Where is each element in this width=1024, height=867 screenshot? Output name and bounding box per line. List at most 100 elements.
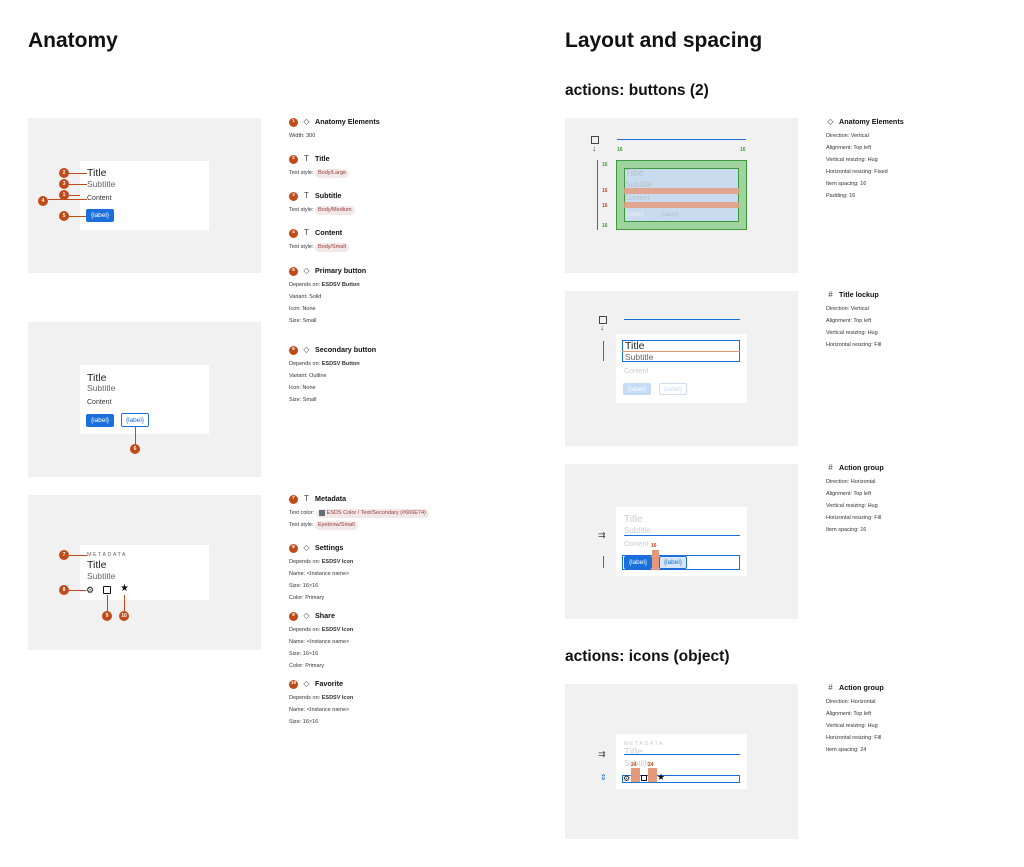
spec-line: Color: Primary — [289, 663, 325, 669]
spec-name: Title — [315, 154, 330, 163]
spec-line: Alignment: Top left — [826, 491, 872, 497]
component-icon: ◇ — [303, 345, 310, 354]
primary-button[interactable]: {label} — [624, 556, 652, 569]
card-subtitle: Subtitle — [87, 571, 116, 581]
padding-left-label: 16 — [617, 147, 623, 153]
spec-name: Anatomy Elements — [315, 117, 380, 126]
spec-depends: ESDSV Button — [321, 282, 360, 288]
vertical-layout-icon — [591, 136, 599, 144]
leader-7 — [69, 555, 87, 556]
primary-button[interactable]: {label} — [86, 414, 114, 427]
component-icon: ◇ — [303, 679, 310, 688]
spec-share: 9 ◇ Share Depends on: ESDSV Icon Name: <In… — [289, 610, 519, 673]
badge-6: 6 — [130, 444, 140, 454]
spec-name: Action group — [839, 463, 884, 472]
anatomy-spec-list: 1 ◇ Anatomy Elements Width: 300 2 T Title Te… — [289, 116, 519, 411]
arrow-down-icon: ↓ — [592, 144, 596, 153]
spec-badge: 6 — [289, 345, 298, 355]
spacing-band — [652, 550, 659, 570]
leader-8 — [69, 590, 86, 591]
spec-badge: 10 — [289, 679, 298, 689]
anatomy-heading: Anatomy — [28, 29, 118, 52]
text-style-tag: Body/Large — [314, 169, 350, 178]
spec-title: 2 T Title Text style: Body/Large — [289, 153, 519, 185]
leader-4 — [48, 199, 87, 200]
spec-line: Item spacing: 16 — [826, 181, 867, 187]
spec-name: Settings — [315, 543, 344, 552]
spec-depends: ESDSV Icon — [321, 559, 354, 565]
spec-line: Color: Primary — [289, 595, 325, 601]
spec-label: Text color: — [289, 510, 315, 516]
spacing-band-1 — [631, 768, 640, 782]
spec-primary-button: 5 ◇ Primary button Depends on: ESDSV Butto… — [289, 265, 519, 339]
settings-icon: ⚙ — [623, 774, 631, 783]
spec-label: Depends on: — [289, 282, 321, 288]
spec-line: Variant: Solid — [289, 294, 322, 300]
spec-name: Primary button — [315, 266, 367, 275]
spec-anatomy-elements: 1 ◇ Anatomy Elements Width: 300 — [289, 116, 519, 148]
leader-1 — [69, 195, 80, 196]
spec-line: Size: 16×16 — [289, 651, 319, 657]
spec-name: Title lockup — [839, 290, 879, 299]
share-icon[interactable] — [103, 586, 111, 594]
ghost-title: Title — [624, 514, 643, 525]
spec-line: Direction: Horizontal — [826, 479, 876, 485]
spec-content: 4 T Content Text style: Body/Small — [289, 227, 519, 260]
spec-line: Icon: None — [289, 306, 316, 312]
badge-3: 3 — [59, 179, 69, 189]
component-icon: ◇ — [303, 117, 310, 126]
spec-line: Vertical resizing: Hug — [826, 157, 878, 163]
spec-line: Size: 16×16 — [289, 719, 319, 725]
badge-8: 8 — [59, 585, 69, 595]
settings-icon[interactable]: ⚙ — [86, 585, 94, 595]
ghost-subtitle: Subtitle — [624, 526, 651, 535]
width-measure-line — [617, 139, 746, 140]
card-title: Title — [87, 167, 107, 179]
component-icon: ◇ — [827, 117, 834, 126]
spec-badge: 5 — [289, 266, 298, 276]
height-measure-line — [603, 556, 604, 568]
badge-7: 7 — [59, 550, 69, 560]
component-icon: ◇ — [303, 543, 310, 552]
width-measure-line — [624, 319, 740, 320]
spec-badge: 4 — [289, 228, 298, 238]
spec-line: Size: 16×16 — [289, 583, 319, 589]
spec-line: Padding: 16 — [826, 193, 856, 199]
spec-label: Text style: — [289, 244, 314, 250]
badge-5: 5 — [59, 211, 69, 221]
spec-line: Size: Small — [289, 318, 317, 324]
spec-line: Horizontal resizing: Fill — [826, 735, 882, 741]
spec-line: Horizontal resizing: Fixed — [826, 169, 888, 175]
layout-spec-3: # Action group Direction: Horizontal Alig… — [826, 462, 1006, 536]
width-measure-line — [624, 535, 740, 536]
card-metadata: METADATA — [87, 552, 127, 558]
primary-button[interactable]: {label} — [86, 209, 114, 222]
badge-9: 9 — [102, 611, 112, 621]
layout-heading: Layout and spacing — [565, 29, 763, 52]
leader-10 — [124, 595, 125, 611]
ghost-title: Title — [625, 168, 644, 179]
spec-line: Size: Small — [289, 397, 317, 403]
color-swatch — [318, 509, 325, 516]
leader-3 — [69, 184, 87, 185]
icons-section-heading: actions: icons (object) — [565, 648, 730, 665]
padding-right-label: 16 — [740, 147, 746, 153]
layout-spec-4: # Action group Direction: Horizontal Alig… — [826, 682, 1006, 756]
spec-label: Text style: — [289, 207, 314, 213]
spec-name: Action group — [839, 683, 884, 692]
height-measure-line — [597, 160, 598, 230]
spec-label: Depends on: — [289, 695, 321, 701]
horizontal-layout-icon: ⇉ — [598, 749, 606, 759]
secondary-button[interactable]: {label} — [121, 413, 149, 427]
spacing-label: 16 — [651, 543, 657, 549]
secondary-button[interactable]: {label} — [659, 556, 687, 569]
ghost-content: Content — [624, 541, 649, 548]
spec-badge: 7 — [289, 494, 298, 504]
card-subtitle: Subtitle — [625, 352, 654, 362]
spec-line: Alignment: Top left — [826, 318, 872, 324]
favorite-icon[interactable]: ★ — [120, 584, 129, 594]
layout-spec-2: # Title lockup Direction: Vertical Alignm… — [826, 289, 1006, 351]
frame-icon: # — [828, 463, 833, 472]
spec-favorite: 10 ◇ Favorite Depends on: ESDSV Icon Name:… — [289, 678, 519, 728]
spacing-band-2 — [648, 768, 657, 782]
